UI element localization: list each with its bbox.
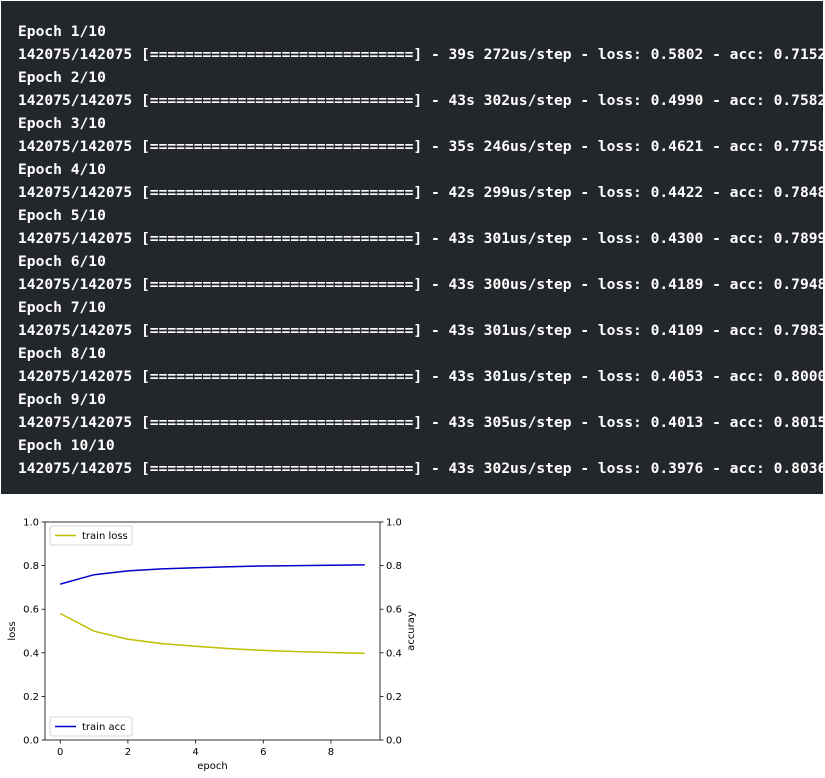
- x-axis-label: epoch: [197, 761, 227, 772]
- legend-label: train loss: [82, 531, 128, 542]
- y-right-tick-label: 0.0: [386, 736, 402, 747]
- y-right-tick-label: 0.8: [386, 561, 402, 572]
- epoch-progress-line: 142075/142075 [=========================…: [18, 138, 825, 155]
- epoch-header: Epoch 9/10: [18, 391, 106, 408]
- y-left-tick-label: 1.0: [23, 518, 39, 529]
- epoch-progress-line: 142075/142075 [=========================…: [18, 460, 825, 477]
- chart-svg: 0.0 0.0 0.2 0.2 0.4 0.4 0.6 0.6 0.8 0.8 1.0 1.0 0 2 4 6…: [7, 518, 417, 773]
- epoch-progress-line: 142075/142075 [=========================…: [18, 414, 825, 431]
- y-left-tick-label: 0.4: [23, 648, 39, 659]
- x-tick-label: 0: [57, 747, 63, 758]
- y-right-tick-label: 0.4: [386, 648, 402, 659]
- series-line-train-loss: [59, 612, 365, 655]
- y-right-tick-label: 1.0: [386, 518, 402, 529]
- epoch-header: Epoch 10/10: [18, 437, 115, 454]
- epoch-header: Epoch 1/10: [18, 23, 106, 40]
- terminal-output: Epoch 1/10 142075/142075 [===============…: [1, 1, 825, 494]
- epoch-progress-line: 142075/142075 [=========================…: [18, 184, 825, 201]
- y-right-tick-label: 0.2: [386, 692, 402, 703]
- epoch-header: Epoch 6/10: [18, 253, 106, 270]
- y-right-tick-label: 0.6: [386, 605, 402, 616]
- epoch-progress-line: 142075/142075 [=========================…: [18, 368, 825, 385]
- epoch-progress-line: 142075/142075 [=========================…: [18, 92, 825, 109]
- epoch-header: Epoch 2/10: [18, 69, 106, 86]
- y-left-tick-label: 0.8: [23, 561, 39, 572]
- y-left-axis-label: loss: [7, 621, 18, 640]
- y-right-axis-label: accuray: [406, 611, 417, 651]
- epoch-header: Epoch 7/10: [18, 299, 106, 316]
- x-tick-label: 2: [125, 747, 131, 758]
- x-tick-label: 6: [260, 747, 266, 758]
- training-chart: 0.0 0.0 0.2 0.2 0.4 0.4 0.6 0.6 0.8 0.8 1.0 1.0 0 2 4 6…: [0, 510, 420, 778]
- epoch-header: Epoch 5/10: [18, 207, 106, 224]
- legend-label: train acc: [82, 722, 126, 733]
- epoch-progress-line: 142075/142075 [=========================…: [18, 230, 825, 247]
- x-tick-label: 8: [328, 747, 334, 758]
- epoch-header: Epoch 3/10: [18, 115, 106, 132]
- epoch-progress-line: 142075/142075 [=========================…: [18, 46, 825, 63]
- epoch-header: Epoch 8/10: [18, 345, 106, 362]
- y-left-tick-label: 0.6: [23, 605, 39, 616]
- x-tick-label: 4: [192, 747, 198, 758]
- epoch-progress-line: 142075/142075 [=========================…: [18, 322, 825, 339]
- series-line-train-acc: [60, 564, 365, 585]
- y-left-tick-label: 0.0: [23, 736, 39, 747]
- epoch-progress-line: 142075/142075 [=========================…: [18, 276, 825, 293]
- epoch-header: Epoch 4/10: [18, 161, 106, 178]
- y-left-tick-label: 0.2: [23, 692, 39, 703]
